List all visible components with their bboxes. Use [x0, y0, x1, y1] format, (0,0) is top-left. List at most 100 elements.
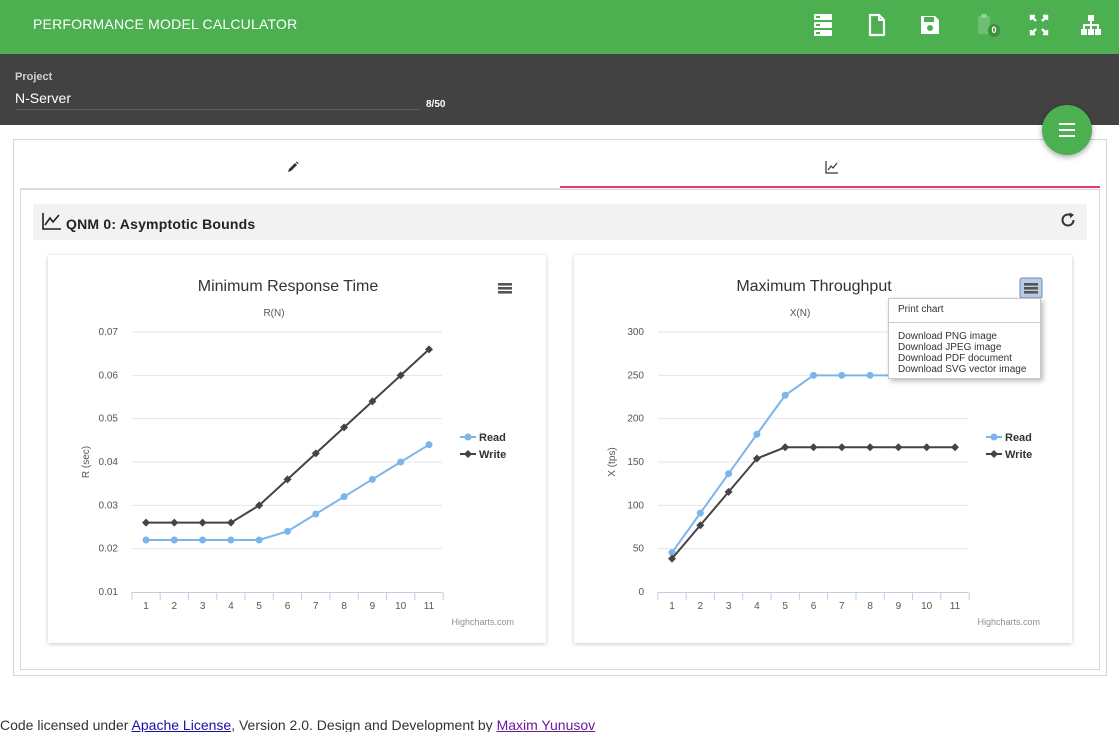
project-name-input[interactable] — [15, 87, 420, 110]
hamburger-icon — [1024, 287, 1038, 290]
chart-menu-button[interactable] — [498, 283, 512, 294]
data-point — [781, 443, 790, 452]
y-axis-label: R (sec) — [81, 446, 92, 478]
x-tick-label: 4 — [754, 601, 760, 612]
top-app-bar: PERFORMANCE MODEL CALCULATOR 0 — [0, 0, 1119, 54]
legend-label: Write — [1005, 449, 1032, 461]
section-header: QNM 0: Asymptotic Bounds — [33, 204, 1087, 240]
data-point — [425, 441, 433, 449]
y-tick-label: 100 — [627, 500, 644, 511]
chart-menu-button[interactable] — [1019, 277, 1043, 299]
menu-item-download-pdf[interactable]: Download PDF document — [898, 353, 1012, 364]
refresh-icon[interactable] — [1059, 211, 1077, 229]
pencil-icon — [288, 161, 299, 172]
x-tick-label: 10 — [395, 601, 407, 612]
tab-charts[interactable] — [560, 152, 1100, 188]
menu-item-print-chart[interactable]: Print chart — [898, 304, 944, 315]
data-point — [198, 518, 207, 527]
x-tick-label: 5 — [256, 601, 262, 612]
data-point — [170, 518, 179, 527]
x-tick-label: 7 — [839, 601, 845, 612]
legend-label: Read — [1005, 432, 1032, 444]
x-tick-label: 10 — [921, 601, 933, 612]
section-title: QNM 0: Asymptotic Bounds — [66, 216, 256, 232]
chart-export-menu: Print chart Download PNG image Download … — [888, 298, 1041, 379]
y-tick-label: 50 — [633, 544, 645, 555]
footer: Code licensed under Apache License, Vers… — [0, 717, 595, 732]
project-char-counter: 8/50 — [426, 99, 446, 110]
server-icon[interactable] — [813, 13, 833, 37]
y-tick-label: 0.01 — [99, 587, 119, 598]
data-point — [894, 443, 903, 452]
data-point — [838, 371, 846, 379]
menu-item-download-jpeg[interactable]: Download JPEG image — [898, 342, 1001, 353]
legend-marker — [464, 433, 472, 441]
x-tick-label: 3 — [200, 601, 206, 612]
x-tick-label: 2 — [698, 601, 704, 612]
y-tick-label: 0.02 — [99, 544, 119, 555]
data-point — [922, 443, 931, 452]
data-point — [951, 443, 959, 452]
data-point — [753, 430, 761, 438]
fullscreen-icon[interactable] — [1029, 13, 1049, 37]
x-tick-label: 9 — [896, 601, 902, 612]
series-line-write — [671, 446, 955, 560]
chart-subtitle: X(N) — [790, 308, 811, 319]
data-point — [809, 443, 818, 452]
apache-license-link[interactable]: Apache License — [132, 717, 232, 732]
x-tick-label: 6 — [811, 601, 817, 612]
y-tick-label: 0.05 — [99, 414, 119, 425]
data-point — [368, 475, 376, 483]
chart-title: Minimum Response Time — [198, 278, 379, 295]
app-title: PERFORMANCE MODEL CALCULATOR — [33, 16, 298, 32]
y-axis-label: X (tps) — [607, 447, 618, 476]
x-tick-label: 7 — [313, 601, 319, 612]
response-time-chart: Minimum Response Time R(N) 0.01 0.02 0.03 0.0… — [81, 278, 514, 627]
legend-label: Read — [479, 432, 506, 444]
x-tick-label: 6 — [285, 601, 291, 612]
data-point — [781, 391, 789, 399]
project-bar: Project 8/50 — [0, 54, 1119, 125]
data-point — [227, 536, 235, 544]
line-chart-icon — [825, 161, 838, 174]
new-file-icon[interactable] — [867, 13, 887, 37]
menu-separator — [889, 322, 1040, 323]
chart-card-response-time: Minimum Response Time R(N) 0.01 0.02 0.03 0.0… — [48, 255, 546, 643]
menu-item-download-svg[interactable]: Download SVG vector image — [898, 364, 1026, 375]
menu-item-download-png[interactable]: Download PNG image — [898, 331, 997, 342]
author-link[interactable]: Maxim Yunusov — [497, 717, 596, 732]
y-tick-label: 200 — [627, 414, 644, 425]
x-tick-label: 9 — [370, 601, 376, 612]
y-tick-label: 0 — [638, 587, 644, 598]
data-point — [142, 518, 150, 527]
data-point — [837, 443, 846, 452]
x-tick-label: 5 — [782, 601, 788, 612]
x-tick-label: 2 — [172, 601, 178, 612]
chart-title: Maximum Throughput — [736, 278, 892, 295]
hamburger-icon — [498, 283, 512, 286]
menu-fab-button[interactable] — [1042, 105, 1092, 155]
footer-middle: , Version 2.0. Design and Development by — [231, 717, 497, 732]
clipboard-icon[interactable]: 0 — [976, 13, 1002, 37]
y-tick-label: 0.06 — [99, 370, 119, 381]
area-chart-icon — [42, 213, 61, 230]
y-tick-label: 250 — [627, 370, 644, 381]
hamburger-icon — [498, 291, 512, 294]
data-point — [199, 536, 207, 544]
x-tick-label: 3 — [726, 601, 732, 612]
data-point — [696, 509, 704, 517]
data-point — [340, 493, 348, 501]
sitemap-icon[interactable] — [1081, 13, 1101, 37]
tab-editor[interactable] — [20, 152, 560, 188]
data-point — [725, 470, 733, 478]
data-point — [312, 510, 320, 518]
save-icon[interactable] — [920, 13, 940, 37]
legend-marker — [464, 450, 472, 458]
hamburger-icon — [1024, 283, 1038, 286]
chart-credit: Highcharts.com — [451, 617, 514, 627]
legend-marker — [990, 450, 998, 458]
y-tick-label: 0.07 — [99, 327, 119, 338]
x-tick-label: 8 — [867, 601, 873, 612]
x-tick-label: 1 — [143, 601, 149, 612]
data-point — [866, 443, 875, 452]
